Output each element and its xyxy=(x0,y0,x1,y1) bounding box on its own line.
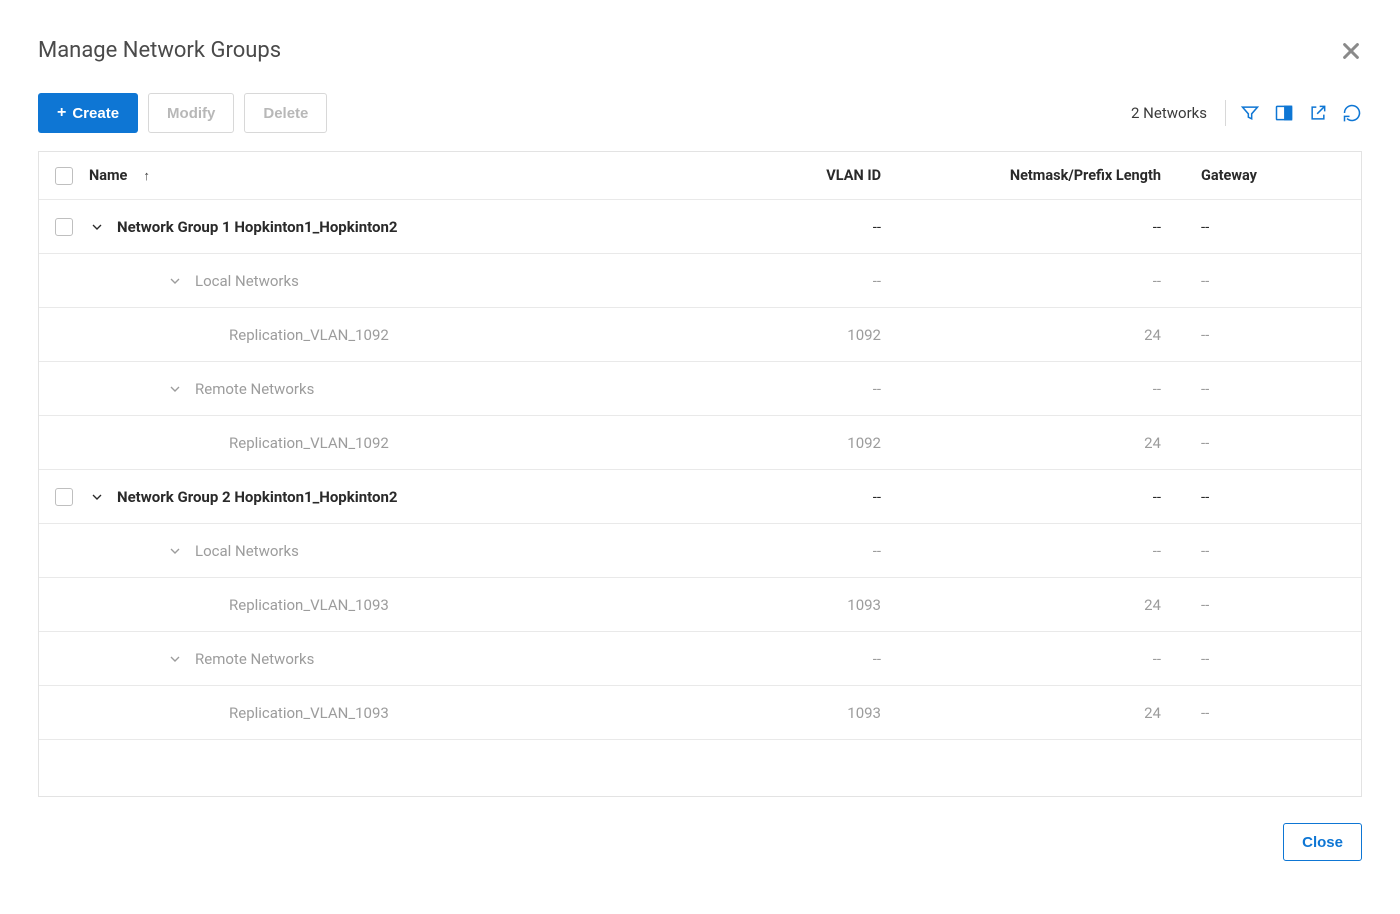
cell-netmask: 24 xyxy=(901,704,1181,722)
cell-netmask: -- xyxy=(901,218,1181,236)
cell-vlan: -- xyxy=(701,650,901,668)
section-label: Remote Networks xyxy=(195,380,314,398)
column-header-netmask[interactable]: Netmask/Prefix Length xyxy=(901,167,1181,184)
table-row[interactable]: Network Group 2 Hopkinton1_Hopkinton2 --… xyxy=(39,470,1361,524)
section-label: Remote Networks xyxy=(195,650,314,668)
select-all-checkbox[interactable] xyxy=(55,167,73,185)
table-row[interactable]: Local Networks -- -- -- xyxy=(39,254,1361,308)
cell-vlan: 1093 xyxy=(701,596,901,614)
refresh-icon[interactable] xyxy=(1342,103,1362,123)
network-name: Replication_VLAN_1093 xyxy=(229,704,389,722)
cell-netmask: -- xyxy=(901,380,1181,398)
cell-gateway: -- xyxy=(1181,326,1361,344)
cell-netmask: 24 xyxy=(901,596,1181,614)
chevron-down-icon[interactable] xyxy=(89,489,105,505)
cell-gateway: -- xyxy=(1181,542,1361,560)
network-name: Replication_VLAN_1092 xyxy=(229,434,389,452)
chevron-down-icon[interactable] xyxy=(89,219,105,235)
page-title: Manage Network Groups xyxy=(38,38,281,63)
table-row[interactable]: Local Networks -- -- -- xyxy=(39,524,1361,578)
cell-netmask: -- xyxy=(901,488,1181,506)
cell-gateway: -- xyxy=(1181,434,1361,452)
close-button-label: Close xyxy=(1302,834,1343,851)
table-row[interactable]: Replication_VLAN_1093 1093 24 -- xyxy=(39,686,1361,740)
sort-asc-icon: ↑ xyxy=(143,168,150,184)
table-row[interactable]: Remote Networks -- -- -- xyxy=(39,632,1361,686)
cell-gateway: -- xyxy=(1181,218,1361,236)
section-label: Local Networks xyxy=(195,542,299,560)
cell-vlan: -- xyxy=(701,272,901,290)
modify-button-label: Modify xyxy=(167,105,215,122)
close-icon[interactable] xyxy=(1340,40,1362,62)
cell-vlan: -- xyxy=(701,542,901,560)
create-button[interactable]: + Create xyxy=(38,93,138,133)
table-row[interactable]: Replication_VLAN_1092 1092 24 -- xyxy=(39,416,1361,470)
modify-button: Modify xyxy=(148,93,234,133)
section-label: Local Networks xyxy=(195,272,299,290)
table-row[interactable]: Replication_VLAN_1093 1093 24 -- xyxy=(39,578,1361,632)
column-header-name[interactable]: Name ↑ xyxy=(89,167,701,184)
cell-vlan: -- xyxy=(701,218,901,236)
network-name: Replication_VLAN_1093 xyxy=(229,596,389,614)
chevron-down-icon[interactable] xyxy=(167,381,183,397)
column-header-vlan[interactable]: VLAN ID xyxy=(701,167,901,184)
cell-gateway: -- xyxy=(1181,380,1361,398)
cell-vlan: -- xyxy=(701,488,901,506)
chevron-down-icon[interactable] xyxy=(167,651,183,667)
cell-gateway: -- xyxy=(1181,704,1361,722)
table-row[interactable]: Replication_VLAN_1092 1092 24 -- xyxy=(39,308,1361,362)
cell-vlan: 1092 xyxy=(701,326,901,344)
networks-count: 2 Networks xyxy=(1131,104,1207,122)
network-groups-table: Name ↑ VLAN ID Netmask/Prefix Length Gat… xyxy=(38,151,1362,797)
plus-icon: + xyxy=(57,104,66,122)
cell-gateway: -- xyxy=(1181,272,1361,290)
group-name: Network Group 2 Hopkinton1_Hopkinton2 xyxy=(117,488,398,506)
cell-vlan: 1092 xyxy=(701,434,901,452)
cell-vlan: 1093 xyxy=(701,704,901,722)
cell-netmask: -- xyxy=(901,542,1181,560)
table-row[interactable]: Network Group 1 Hopkinton1_Hopkinton2 --… xyxy=(39,200,1361,254)
cell-gateway: -- xyxy=(1181,650,1361,668)
chevron-down-icon[interactable] xyxy=(167,273,183,289)
filter-icon[interactable] xyxy=(1240,103,1260,123)
network-name: Replication_VLAN_1092 xyxy=(229,326,389,344)
delete-button: Delete xyxy=(244,93,327,133)
group-name: Network Group 1 Hopkinton1_Hopkinton2 xyxy=(117,218,398,236)
table-header-row: Name ↑ VLAN ID Netmask/Prefix Length Gat… xyxy=(39,152,1361,200)
cell-netmask: -- xyxy=(901,650,1181,668)
export-icon[interactable] xyxy=(1308,103,1328,123)
close-button[interactable]: Close xyxy=(1283,823,1362,861)
toolbar-divider xyxy=(1225,100,1226,126)
row-checkbox[interactable] xyxy=(55,488,73,506)
create-button-label: Create xyxy=(72,105,119,122)
table-empty-space xyxy=(39,740,1361,796)
cell-netmask: -- xyxy=(901,272,1181,290)
cell-netmask: 24 xyxy=(901,326,1181,344)
delete-button-label: Delete xyxy=(263,105,308,122)
table-row[interactable]: Remote Networks -- -- -- xyxy=(39,362,1361,416)
columns-icon[interactable] xyxy=(1274,103,1294,123)
row-checkbox[interactable] xyxy=(55,218,73,236)
chevron-down-icon[interactable] xyxy=(167,543,183,559)
cell-gateway: -- xyxy=(1181,596,1361,614)
column-header-gateway[interactable]: Gateway xyxy=(1181,167,1361,184)
cell-gateway: -- xyxy=(1181,488,1361,506)
cell-netmask: 24 xyxy=(901,434,1181,452)
cell-vlan: -- xyxy=(701,380,901,398)
